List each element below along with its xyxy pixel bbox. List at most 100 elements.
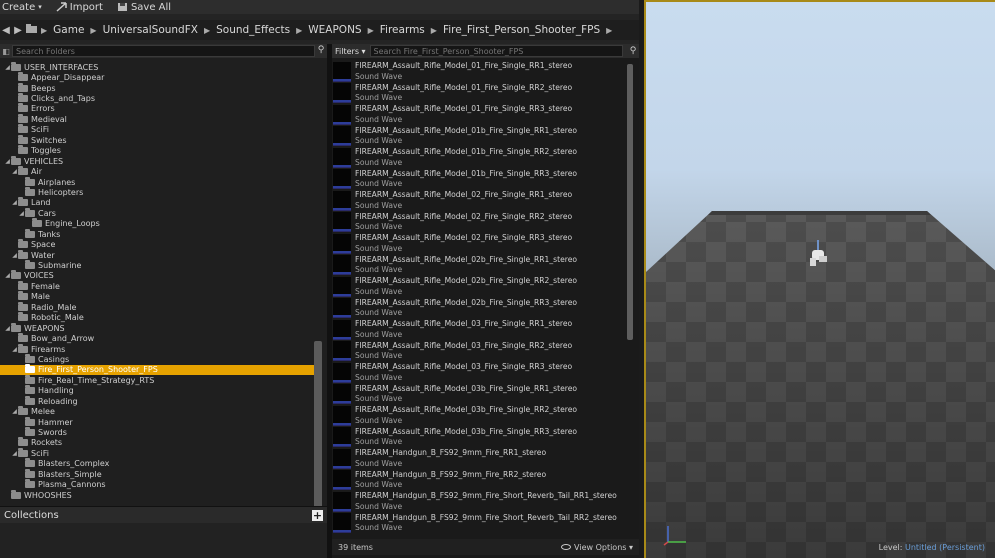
expanded-arrow-icon[interactable]: ◢	[18, 210, 25, 217]
folder-item[interactable]: Beeps	[0, 82, 316, 93]
back-arrow-icon[interactable]: ◀	[0, 25, 12, 36]
asset-item[interactable]: FIREARM_Assault_Rifle_Model_01_Fire_Sing…	[332, 104, 626, 126]
asset-scrollbar[interactable]	[627, 64, 633, 340]
folder-item[interactable]: ◢ VOICES	[0, 270, 316, 281]
folder-item[interactable]: SciFi	[0, 124, 316, 135]
folder-item[interactable]: ◢ Firearms	[0, 343, 316, 354]
folder-item[interactable]: Male	[0, 291, 316, 302]
import-button[interactable]: Import	[56, 2, 103, 13]
folder-item[interactable]: Blasters_Simple	[0, 468, 316, 479]
toggle-sources-icon[interactable]: ◧	[0, 47, 12, 56]
view-options-button[interactable]: View Options ▾	[561, 543, 633, 552]
breadcrumb-item[interactable]: Sound_Effects	[213, 24, 293, 36]
folder-item[interactable]: Plasma_Cannons	[0, 479, 316, 490]
folder-item[interactable]: ◢ Land	[0, 197, 316, 208]
asset-item[interactable]: FIREARM_Handgun_B_FS92_9mm_Fire_Short_Re…	[332, 491, 626, 513]
breadcrumb-item[interactable]: WEAPONS	[305, 24, 364, 36]
player-start-icon[interactable]	[806, 238, 830, 270]
asset-item[interactable]: FIREARM_Handgun_B_FS92_9mm_Fire_Short_Re…	[332, 513, 626, 535]
asset-item[interactable]: FIREARM_Assault_Rifle_Model_01_Fire_Sing…	[332, 83, 626, 105]
folder-path-icon[interactable]	[24, 24, 38, 36]
collections-header[interactable]: Collections +	[0, 507, 327, 523]
asset-item[interactable]: FIREARM_Assault_Rifle_Model_02b_Fire_Sin…	[332, 298, 626, 320]
folder-item[interactable]: Appear_Disappear	[0, 72, 316, 82]
asset-item[interactable]: FIREARM_Handgun_B_FS92_9mm_Fire_RR1_ster…	[332, 448, 626, 470]
folder-item[interactable]: Submarine	[0, 260, 316, 270]
folder-item[interactable]: Female	[0, 280, 316, 291]
folder-item[interactable]: ◢ Air	[0, 166, 316, 176]
breadcrumb-item[interactable]: Fire_First_Person_Shooter_FPS	[440, 24, 603, 36]
asset-item[interactable]: FIREARM_Assault_Rifle_Model_02_Fire_Sing…	[332, 212, 626, 234]
level-viewport[interactable]: Level: Untitled (Persistent)	[644, 0, 995, 558]
folder-item[interactable]: Handling	[0, 385, 316, 396]
forward-arrow-icon[interactable]: ▶	[12, 25, 24, 36]
expanded-arrow-icon[interactable]: ◢	[11, 252, 18, 259]
expanded-arrow-icon[interactable]: ◢	[4, 272, 11, 279]
asset-item[interactable]: FIREARM_Assault_Rifle_Model_03b_Fire_Sin…	[332, 405, 626, 427]
folder-item[interactable]: ◢ Cars	[0, 207, 316, 218]
folder-item[interactable]: Reloading	[0, 395, 316, 406]
asset-item[interactable]: FIREARM_Assault_Rifle_Model_02_Fire_Sing…	[332, 190, 626, 212]
asset-item[interactable]: FIREARM_Assault_Rifle_Model_02_Fire_Sing…	[332, 233, 626, 255]
folder-item[interactable]: Fire_Real_Time_Strategy_RTS	[0, 374, 316, 385]
folder-item[interactable]: Casings	[0, 353, 316, 364]
asset-item[interactable]: FIREARM_Assault_Rifle_Model_01b_Fire_Sin…	[332, 169, 626, 191]
asset-item[interactable]: FIREARM_Assault_Rifle_Model_03b_Fire_Sin…	[332, 427, 626, 449]
asset-item[interactable]: FIREARM_Assault_Rifle_Model_03b_Fire_Sin…	[332, 384, 626, 406]
asset-item[interactable]: FIREARM_Assault_Rifle_Model_01b_Fire_Sin…	[332, 147, 626, 169]
folder-item[interactable]: ◢ USER_INTERFACES	[0, 62, 316, 72]
folder-item[interactable]: Space	[0, 239, 316, 249]
expanded-arrow-icon[interactable]: ◢	[4, 158, 11, 165]
folder-item[interactable]: Radio_Male	[0, 301, 316, 312]
folder-item[interactable]: Medieval	[0, 113, 316, 124]
folder-item[interactable]: ◢ SciFi	[0, 447, 316, 458]
expanded-arrow-icon[interactable]: ◢	[11, 199, 18, 206]
expanded-arrow-icon[interactable]: ◢	[11, 346, 18, 353]
asset-item[interactable]: FIREARM_Assault_Rifle_Model_03_Fire_Sing…	[332, 362, 626, 384]
create-button[interactable]: Create ▾	[2, 2, 42, 13]
folder-item[interactable]: Errors	[0, 103, 316, 114]
save-all-button[interactable]: Save All	[117, 2, 171, 13]
expanded-arrow-icon[interactable]: ◢	[11, 450, 18, 457]
expanded-arrow-icon[interactable]: ◢	[11, 168, 18, 175]
search-assets-input[interactable]	[369, 45, 623, 57]
folder-item[interactable]: ◢ VEHICLES	[0, 155, 316, 166]
folder-item[interactable]: WHOOSHES	[0, 489, 316, 500]
folder-item[interactable]: ◢ WEAPONS	[0, 322, 316, 333]
folder-icon	[25, 395, 35, 405]
folder-item[interactable]: Fire_First_Person_Shooter_FPS	[0, 364, 316, 376]
search-icon[interactable]: ⚲	[627, 46, 639, 56]
folder-item[interactable]: Rockets	[0, 437, 316, 448]
search-folders-input[interactable]	[12, 45, 315, 57]
asset-item[interactable]: FIREARM_Handgun_B_FS92_9mm_Fire_RR2_ster…	[332, 470, 626, 492]
folder-item[interactable]: Clicks_and_Taps	[0, 93, 316, 103]
asset-item[interactable]: FIREARM_Assault_Rifle_Model_03_Fire_Sing…	[332, 341, 626, 363]
add-collection-icon[interactable]: +	[312, 509, 323, 521]
asset-item[interactable]: FIREARM_Assault_Rifle_Model_01b_Fire_Sin…	[332, 126, 626, 148]
asset-item[interactable]: FIREARM_Assault_Rifle_Model_01_Fire_Sing…	[332, 61, 626, 83]
folder-item[interactable]: Blasters_Complex	[0, 458, 316, 469]
folder-item[interactable]: ◢ Melee	[0, 406, 316, 416]
folder-item[interactable]: Toggles	[0, 145, 316, 156]
search-icon[interactable]: ⚲	[315, 45, 327, 57]
folder-item[interactable]: Helicopters	[0, 186, 316, 197]
breadcrumb-item[interactable]: UniversalSoundFX	[100, 24, 201, 36]
folder-item[interactable]: Bow_and_Arrow	[0, 333, 316, 343]
folder-item[interactable]: Hammer	[0, 416, 316, 427]
asset-item[interactable]: FIREARM_Assault_Rifle_Model_02b_Fire_Sin…	[332, 276, 626, 298]
expanded-arrow-icon[interactable]: ◢	[4, 64, 11, 71]
folder-item[interactable]: Switches	[0, 134, 316, 145]
expanded-arrow-icon[interactable]: ◢	[4, 325, 11, 332]
asset-item[interactable]: FIREARM_Assault_Rifle_Model_02b_Fire_Sin…	[332, 255, 626, 277]
breadcrumb-item[interactable]: Firearms	[377, 24, 428, 36]
expanded-arrow-icon[interactable]: ◢	[11, 408, 18, 415]
folder-item[interactable]: Tanks	[0, 228, 316, 239]
filters-button[interactable]: Filters ▾	[335, 47, 366, 56]
folder-item[interactable]: Robotic_Male	[0, 312, 316, 323]
folder-item[interactable]: Airplanes	[0, 176, 316, 187]
folder-item[interactable]: ◢ Water	[0, 249, 316, 260]
folder-item[interactable]: Engine_Loops	[0, 218, 316, 229]
breadcrumb-item[interactable]: Game	[50, 24, 87, 36]
asset-item[interactable]: FIREARM_Assault_Rifle_Model_03_Fire_Sing…	[332, 319, 626, 341]
folder-item[interactable]: Swords	[0, 427, 316, 437]
